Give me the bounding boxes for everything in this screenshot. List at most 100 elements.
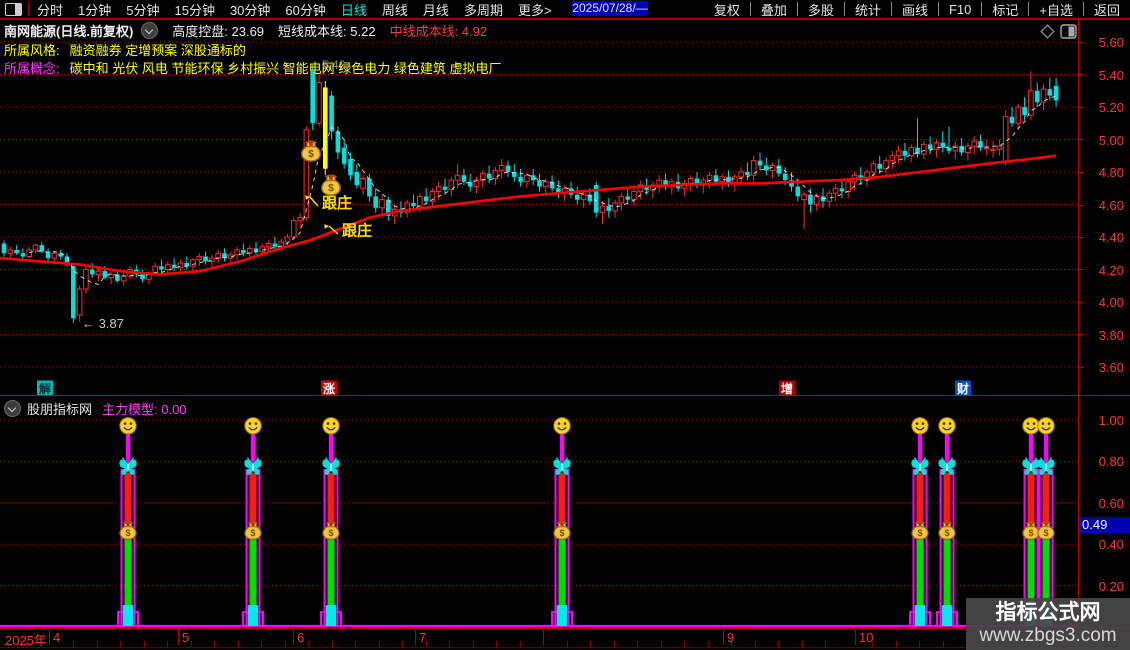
candle bbox=[839, 188, 845, 192]
svg-text:$: $ bbox=[559, 528, 564, 538]
indicator-name[interactable]: 股朋指标网 bbox=[27, 399, 92, 418]
candle bbox=[1015, 106, 1022, 124]
toolbar-button-+自选[interactable]: +自选 bbox=[1029, 0, 1083, 19]
candle bbox=[518, 176, 523, 182]
candle bbox=[291, 220, 297, 238]
candle bbox=[95, 270, 102, 275]
candle bbox=[895, 150, 902, 157]
signal-column: $ bbox=[1035, 417, 1057, 628]
period-tab-周线[interactable]: 周线 bbox=[382, 0, 408, 19]
candle bbox=[757, 160, 763, 166]
toolbar-button-画线[interactable]: 画线 bbox=[892, 0, 938, 19]
period-tab-60分钟[interactable]: 60分钟 bbox=[285, 0, 325, 19]
candle bbox=[39, 245, 45, 252]
candle bbox=[435, 186, 442, 192]
month-tick bbox=[543, 629, 544, 645]
toolbar-button-复权[interactable]: 复权 bbox=[704, 0, 750, 19]
candle bbox=[316, 82, 322, 124]
period-tab-30分钟[interactable]: 30分钟 bbox=[230, 0, 270, 19]
candle bbox=[203, 256, 208, 262]
window-icon[interactable] bbox=[5, 2, 22, 16]
diamond-icon[interactable] bbox=[1040, 24, 1055, 39]
price-axis-label: 4.40 bbox=[1098, 230, 1124, 245]
candle bbox=[196, 256, 203, 261]
candle bbox=[71, 266, 76, 319]
candle bbox=[1, 243, 7, 254]
candle bbox=[870, 163, 877, 173]
month-tick bbox=[178, 629, 179, 645]
candle bbox=[990, 148, 996, 151]
candle bbox=[89, 269, 95, 275]
chevron-down-icon[interactable] bbox=[141, 22, 159, 39]
candle bbox=[241, 250, 246, 254]
candle bbox=[808, 194, 813, 205]
candle bbox=[7, 249, 14, 254]
candle bbox=[190, 259, 196, 267]
svg-text:$: $ bbox=[944, 528, 949, 538]
toolbar-button-F10[interactable]: F10 bbox=[939, 2, 981, 17]
candle bbox=[971, 140, 978, 147]
candle bbox=[329, 95, 334, 132]
mid-cost-line: 中线成本线: 4.92 bbox=[389, 24, 488, 39]
period-tab-日线[interactable]: 日线 bbox=[341, 0, 367, 19]
stock-title[interactable]: 南网能源(日线.前复权) bbox=[4, 21, 133, 40]
smiley-icon bbox=[938, 417, 956, 435]
candle bbox=[411, 202, 416, 207]
ma5-line bbox=[29, 95, 1057, 285]
candle bbox=[360, 178, 366, 189]
toolbar-button-统计[interactable]: 统计 bbox=[845, 0, 891, 19]
split-panel-icon[interactable] bbox=[1060, 24, 1077, 39]
indicator-pane-chart[interactable]: $ $ $ $ $ $ $ $ bbox=[0, 396, 1078, 628]
month-label: 5 bbox=[182, 630, 190, 645]
month-tick bbox=[293, 629, 294, 645]
candle bbox=[310, 71, 315, 124]
indicator-model-value: 主力模型: 0.00 bbox=[102, 402, 187, 417]
period-tab-1分钟[interactable]: 1分钟 bbox=[78, 0, 111, 19]
candle bbox=[120, 275, 127, 282]
candle bbox=[940, 142, 945, 148]
signal-column: $ bbox=[320, 417, 342, 628]
candle bbox=[902, 150, 908, 156]
candle bbox=[813, 195, 820, 205]
smiley-icon bbox=[244, 417, 262, 435]
period-tab-5分钟[interactable]: 5分钟 bbox=[126, 0, 159, 19]
svg-text:$: $ bbox=[328, 528, 333, 538]
period-tab-15分钟[interactable]: 15分钟 bbox=[174, 0, 214, 19]
period-tab-多周期[interactable]: 多周期 bbox=[464, 0, 503, 19]
indicator-axis-label: 0.40 bbox=[1098, 537, 1124, 553]
style-items[interactable]: 融资融券 定增预案 深股通标的 bbox=[70, 40, 246, 59]
indicator-title-row: 股朋指标网 主力模型: 0.00 bbox=[4, 399, 187, 418]
price-axis-label: 4.20 bbox=[1098, 262, 1124, 278]
toolbar-button-叠加[interactable]: 叠加 bbox=[751, 0, 797, 19]
period-tab-更多>[interactable]: 更多> bbox=[518, 0, 552, 19]
candle bbox=[959, 146, 964, 153]
chevron-down-icon[interactable] bbox=[4, 400, 21, 417]
candle bbox=[20, 253, 26, 257]
candle bbox=[171, 264, 177, 268]
candle bbox=[102, 271, 108, 278]
smiley-icon bbox=[1037, 417, 1055, 435]
toolbar-button-标记[interactable]: 标记 bbox=[982, 0, 1028, 19]
toolbar-button-返回[interactable]: 返回 bbox=[1084, 0, 1130, 19]
candle bbox=[442, 186, 448, 190]
signal-column: $ bbox=[936, 417, 958, 628]
candle bbox=[745, 172, 750, 176]
month-tick bbox=[855, 629, 856, 645]
toolbar-button-多股[interactable]: 多股 bbox=[798, 0, 844, 19]
svg-text:$: $ bbox=[250, 528, 255, 538]
price-axis-label: 5.00 bbox=[1098, 132, 1124, 148]
watermark-url: www.zbgs3.com bbox=[979, 625, 1117, 646]
month-label: 10 bbox=[859, 630, 874, 645]
candle bbox=[946, 147, 952, 151]
smiley-icon bbox=[553, 417, 571, 435]
concept-items[interactable]: 碳中和 光伏 风电 节能环保 乡村振兴 智能电网 绿色电力 绿色建筑 虚拟电厂 bbox=[70, 58, 502, 77]
candle bbox=[984, 147, 990, 150]
period-tab-月线[interactable]: 月线 bbox=[423, 0, 449, 19]
svg-text:$: $ bbox=[308, 149, 314, 160]
watermark-site-name: 指标公式网 bbox=[995, 601, 1101, 624]
price-axis-label: 4.60 bbox=[1098, 197, 1124, 213]
candle bbox=[335, 131, 341, 153]
style-tags-row: 所属风格: 融资融券 定增预案 深股通标的 bbox=[4, 40, 246, 59]
period-tab-分时[interactable]: 分时 bbox=[37, 0, 63, 19]
candle bbox=[845, 181, 852, 192]
